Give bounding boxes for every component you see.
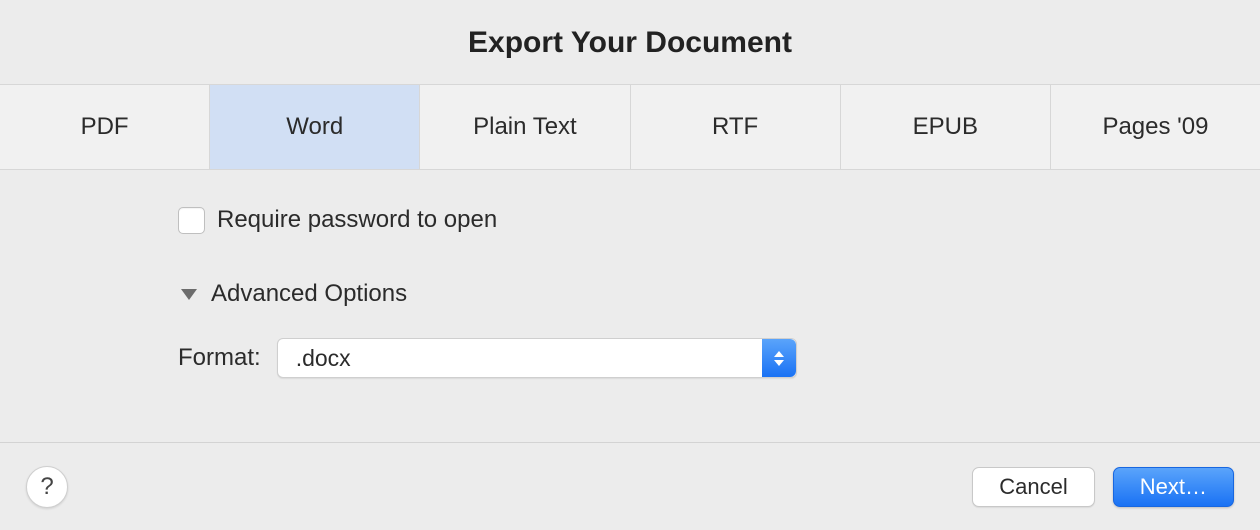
dialog-footer: ? Cancel Next… <box>0 442 1260 530</box>
format-tabbar: PDF Word Plain Text RTF EPUB Pages '09 <box>0 84 1260 170</box>
advanced-options-label: Advanced Options <box>211 280 407 308</box>
format-value: .docx <box>296 345 351 372</box>
chevron-down-icon <box>774 360 784 366</box>
next-button[interactable]: Next… <box>1113 467 1234 507</box>
format-label: Format: <box>178 344 261 372</box>
tab-rtf[interactable]: RTF <box>631 85 841 169</box>
advanced-options-row[interactable]: Advanced Options <box>178 280 1260 308</box>
tab-plain-text[interactable]: Plain Text <box>420 85 630 169</box>
cancel-button[interactable]: Cancel <box>972 467 1094 507</box>
tab-pages09[interactable]: Pages '09 <box>1051 85 1260 169</box>
chevron-up-icon <box>774 351 784 357</box>
dialog-title: Export Your Document <box>0 0 1260 84</box>
footer-buttons: Cancel Next… <box>972 467 1234 507</box>
require-password-row: Require password to open <box>178 206 1260 234</box>
help-button[interactable]: ? <box>26 466 68 508</box>
tab-epub[interactable]: EPUB <box>841 85 1051 169</box>
tab-word[interactable]: Word <box>210 85 420 169</box>
tab-pdf[interactable]: PDF <box>0 85 210 169</box>
format-row: Format: .docx <box>178 338 1260 378</box>
format-select[interactable]: .docx <box>277 338 797 378</box>
require-password-checkbox[interactable] <box>178 207 205 234</box>
dropdown-stepper-icon <box>762 339 796 377</box>
require-password-label: Require password to open <box>217 206 497 234</box>
disclosure-triangle-icon <box>181 289 197 300</box>
options-panel: Require password to open Advanced Option… <box>0 170 1260 378</box>
